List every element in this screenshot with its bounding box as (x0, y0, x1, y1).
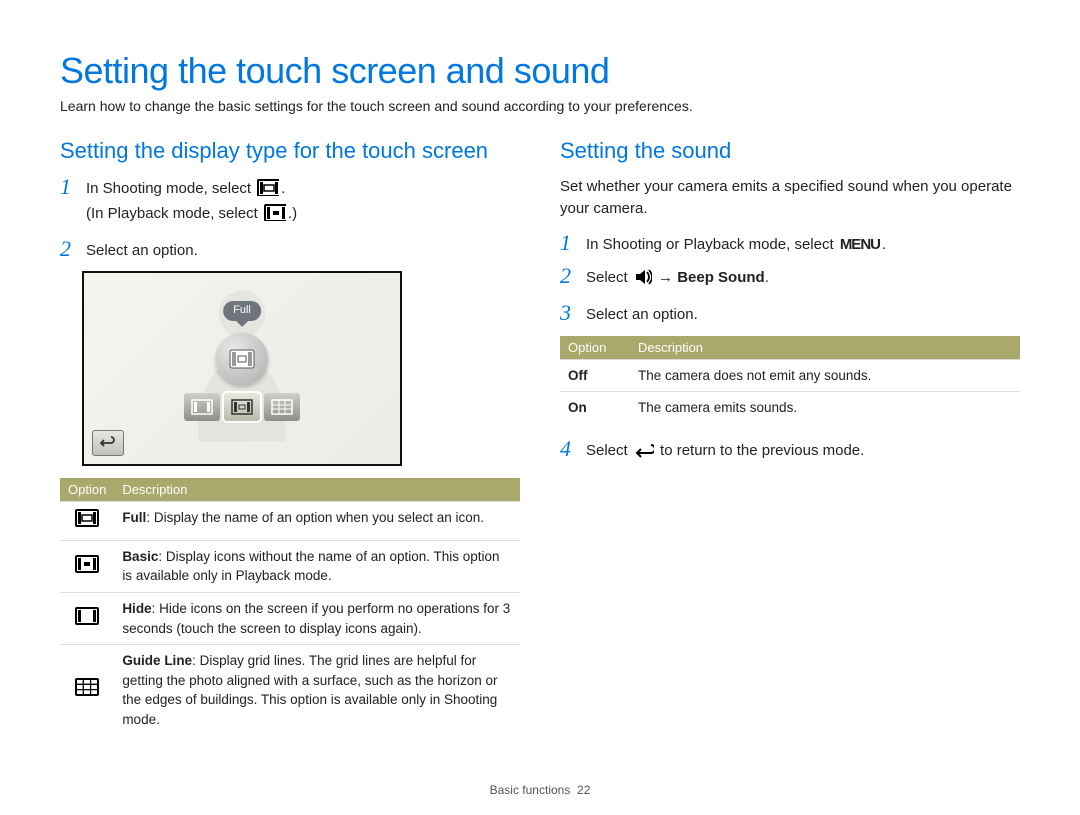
step2-text: Select an option. (86, 238, 198, 262)
opt-desc-hide: : Hide icons on the screen if you perfor… (122, 601, 510, 636)
th-description: Description (114, 478, 520, 502)
left-step-2: 2 Select an option. (60, 238, 520, 262)
display-hide-icon (75, 606, 99, 632)
sound-options-table: Option Description Off The camera does n… (560, 336, 1020, 424)
display-basic-icon (75, 554, 99, 580)
r-step2-a: Select (586, 269, 632, 286)
camera-screen: Full (82, 271, 402, 466)
opt-name-on: On (560, 392, 630, 424)
r-step4-a: Select (586, 442, 632, 459)
display-option-hide[interactable] (184, 393, 220, 421)
step1-text-c: .) (288, 205, 297, 222)
step-number: 1 (60, 176, 78, 198)
table-row: Hide: Hide icons on the screen if you pe… (60, 592, 520, 644)
menu-icon: MENU (840, 234, 880, 256)
page-title: Setting the touch screen and sound (60, 50, 1020, 92)
right-step-1: 1 In Shooting or Playback mode, select M… (560, 232, 1020, 256)
opt-desc-on: The camera emits sounds. (630, 392, 1020, 424)
table-row: Full: Display the name of an option when… (60, 502, 520, 541)
r-step3-text: Select an option. (586, 302, 698, 326)
opt-desc-off: The camera does not emit any sounds. (630, 359, 1020, 392)
display-full-icon (257, 178, 279, 203)
right-step-3: 3 Select an option. (560, 302, 1020, 326)
opt-name-off: Off (560, 359, 630, 392)
footer-page: 22 (577, 783, 590, 797)
opt-name-full: Full (122, 510, 146, 525)
center-display-button[interactable] (216, 333, 268, 385)
right-step-4: 4 Select to return to the previous mode. (560, 438, 1020, 465)
opt-desc-full: : Display the name of an option when you… (146, 510, 484, 525)
right-step-2: 2 Select → Beep Sound. (560, 265, 1020, 292)
speaker-icon (634, 267, 652, 292)
page-intro: Learn how to change the basic settings f… (60, 98, 1020, 114)
display-option-full[interactable] (224, 393, 260, 421)
left-step-1: 1 In Shooting mode, select . (In Playbac… (60, 176, 520, 228)
display-option-grid[interactable] (264, 393, 300, 421)
step1-text-a: In Shooting mode, select (86, 180, 255, 197)
bubble-label: Full (223, 301, 261, 321)
step-number: 4 (560, 438, 578, 460)
r-step2-d: . (765, 269, 769, 286)
opt-desc-basic: : Display icons without the name of an o… (122, 549, 499, 584)
step1-text-b: (In Playback mode, select (86, 205, 262, 222)
back-button[interactable] (92, 430, 124, 456)
table-row: Off The camera does not emit any sounds. (560, 359, 1020, 392)
table-row: Guide Line: Display grid lines. The grid… (60, 645, 520, 736)
display-basic-icon (264, 203, 286, 228)
step-number: 2 (60, 238, 78, 260)
opt-name-guide: Guide Line (122, 653, 192, 668)
opt-name-basic: Basic (122, 549, 158, 564)
right-column: Setting the sound Set whether your camer… (560, 138, 1020, 735)
footer-section: Basic functions (490, 783, 571, 797)
display-full-icon (75, 508, 99, 534)
table-row: On The camera emits sounds. (560, 392, 1020, 424)
left-column: Setting the display type for the touch s… (60, 138, 520, 735)
r-step4-b: to return to the previous mode. (660, 442, 864, 459)
r-step2-arrow: → (658, 269, 677, 286)
step-number: 1 (560, 232, 578, 254)
r-step2-c: Beep Sound (677, 269, 765, 286)
opt-name-hide: Hide (122, 601, 151, 616)
display-heading: Setting the display type for the touch s… (60, 138, 520, 164)
page-footer: Basic functions 22 (0, 783, 1080, 797)
step-number: 2 (560, 265, 578, 287)
th-description: Description (630, 336, 1020, 360)
th-option: Option (60, 478, 114, 502)
th-option: Option (560, 336, 630, 360)
display-grid-icon (75, 677, 99, 703)
r-step1-text: In Shooting or Playback mode, select (586, 236, 838, 253)
sound-intro: Set whether your camera emits a specifie… (560, 176, 1020, 220)
display-options-table: Option Description Full: Display the nam… (60, 478, 520, 735)
return-icon (634, 442, 654, 465)
display-full-icon (229, 349, 255, 369)
table-row: Basic: Display icons without the name of… (60, 540, 520, 592)
sound-heading: Setting the sound (560, 138, 1020, 164)
step-number: 3 (560, 302, 578, 324)
display-option-bar (184, 393, 300, 421)
